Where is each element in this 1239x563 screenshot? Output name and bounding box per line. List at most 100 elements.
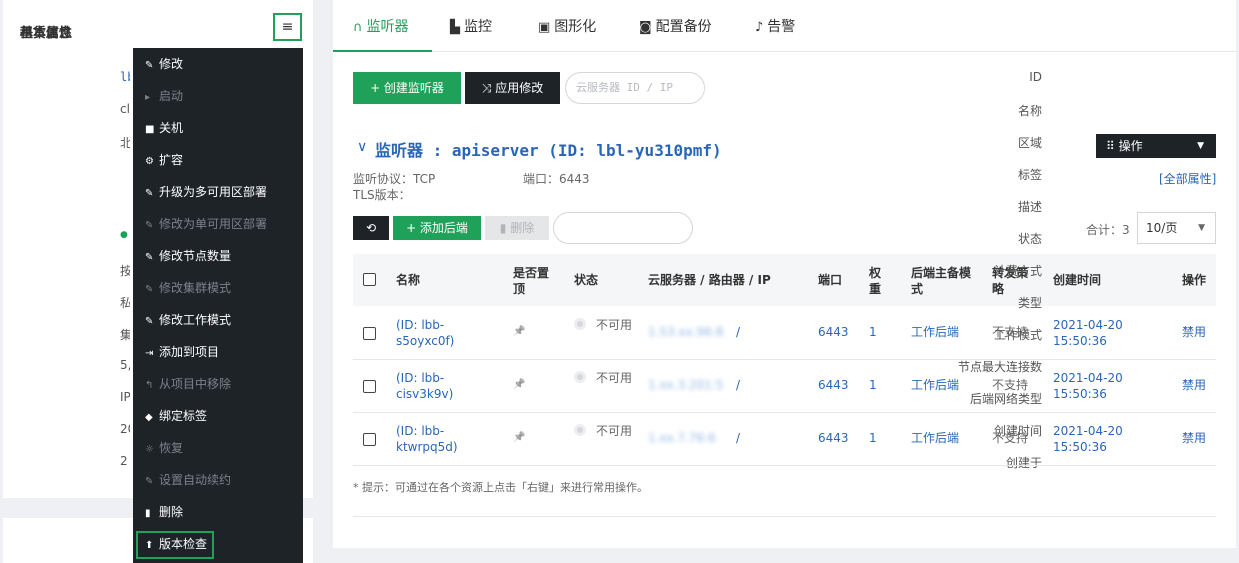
rental-info-title: 租赁信息 <box>20 26 73 41</box>
add-backend-button[interactable]: + 添加后端 <box>393 216 481 240</box>
backend-mode-link[interactable]: 工作后端 <box>911 377 959 393</box>
tip-text: * 提示：可通过在各个资源上点击「右键」来进行常用操作。 <box>353 481 648 494</box>
select-all-checkbox[interactable] <box>363 273 376 286</box>
create-listener-button[interactable]: + 创建监听器 <box>353 72 461 104</box>
weight-link[interactable]: 1 <box>869 377 877 393</box>
attr-value: 私 <box>120 296 130 310</box>
collapse-chevron-icon[interactable]: ∨ <box>357 139 367 155</box>
menu-toggle-icon[interactable]: ≡ <box>273 13 302 41</box>
sun-icon: ☼ <box>145 444 154 455</box>
menu-item-14[interactable]: ▮ 删除 <box>133 496 303 528</box>
tab-2[interactable]: ▣ 图形化 <box>538 0 624 52</box>
menu-item-10[interactable]: ↰ 从项目中移除 <box>133 368 303 400</box>
attr-value: cl <box>120 102 130 116</box>
disable-button[interactable]: 禁用 <box>1182 430 1206 446</box>
attr-value: 按 <box>120 264 130 278</box>
camera-icon: ◙ <box>639 20 652 35</box>
forward-policy: 不支持 <box>992 378 1029 392</box>
apply-changes-button[interactable]: ⤨ 应用修改 <box>465 72 560 104</box>
port-link[interactable]: 6443 <box>818 430 849 446</box>
attr-label: 计费方式 <box>993 264 1042 278</box>
tab-label: 监听器 <box>366 19 409 35</box>
menu-item-label: 修改节点数量 <box>159 249 232 263</box>
refresh-button[interactable]: ⟲ <box>353 216 389 240</box>
bell-icon: ♪ <box>755 20 764 35</box>
page-size-value: 10/页 <box>1146 221 1178 235</box>
ip-separator: / <box>736 431 741 445</box>
tab-label: 配置备份 <box>655 19 712 35</box>
menu-item-label: 升级为多可用区部署 <box>159 185 268 199</box>
weight-link[interactable]: 1 <box>869 324 877 340</box>
backend-name-link[interactable]: (ID: lbb-cisv3k9v) <box>396 370 466 402</box>
menu-item-label: 从项目中移除 <box>159 377 232 391</box>
attr-value: ● <box>120 230 128 240</box>
delete-backend-button[interactable]: ▮ 删除 <box>485 216 549 240</box>
tab-1[interactable]: ▙ 监控 <box>450 0 522 52</box>
menu-item-8[interactable]: ✎ 修改工作模式 <box>133 304 303 336</box>
menu-item-11[interactable]: ◆ 绑定标签 <box>133 400 303 432</box>
backend-mode-link[interactable]: 工作后端 <box>911 324 959 340</box>
tab-3[interactable]: ◙ 配置备份 <box>639 0 739 52</box>
caret-down-icon: ▼ <box>1198 223 1205 233</box>
row-checkbox[interactable] <box>363 433 376 446</box>
created-time: 2021-04-20 15:50:36 <box>1053 318 1123 348</box>
pin-icon[interactable]: 📌 <box>513 324 525 340</box>
all-properties-link[interactable]: [全部属性] <box>1159 170 1216 187</box>
port-link[interactable]: 6443 <box>818 377 849 393</box>
server-link[interactable]: 1.xx.3.201:5 <box>648 377 724 393</box>
menu-item-label: 启动 <box>159 89 184 103</box>
attr-label: 区域 <box>1017 136 1042 150</box>
page-size-select[interactable]: 10/页 ▼ <box>1137 212 1216 244</box>
context-menu-highlight <box>136 531 214 559</box>
row-checkbox[interactable] <box>363 380 376 393</box>
menu-item-4[interactable]: ✎ 升级为多可用区部署 <box>133 176 303 208</box>
backend-name-link[interactable]: (ID: lbb-ktwrpq5d) <box>396 423 466 455</box>
disable-button[interactable]: 禁用 <box>1182 324 1206 340</box>
attr-value: 集 <box>120 328 130 342</box>
pin-icon[interactable]: 📌 <box>513 377 525 393</box>
play-icon: ▸ <box>145 92 151 103</box>
menu-item-7[interactable]: ✎ 修改集群模式 <box>133 272 303 304</box>
forward-policy: 不支持 <box>992 431 1029 445</box>
menu-item-0[interactable]: ✎ 修改 <box>133 48 303 80</box>
listener-port: 端口：6443 <box>523 172 590 186</box>
trash-icon: ▮ <box>145 508 151 519</box>
menu-item-label: 修改工作模式 <box>159 313 232 327</box>
operations-dropdown[interactable]: ⠿ 操作 ▼ <box>1096 134 1216 158</box>
menu-item-label: 添加到项目 <box>159 345 220 359</box>
attr-label: 名称 <box>1017 104 1042 118</box>
server-link[interactable]: 1.53.xx.96:8 <box>648 324 724 340</box>
table-row: (ID: lbb-ktwrpq5d) 📌 不可用 1.xx.7.76:6 / 6443 1 工… <box>353 413 1216 466</box>
disable-button[interactable]: 禁用 <box>1182 377 1206 393</box>
server-search-input[interactable]: 云服务器 ID / IP <box>565 72 705 104</box>
menu-item-3[interactable]: ⚙ 扩容 <box>133 144 303 176</box>
pin-icon[interactable]: 📌 <box>513 430 525 446</box>
listener-title: 监听器 : apiserver (ID: lbl-yu310pmf) <box>375 141 722 160</box>
backend-search-input[interactable] <box>553 212 693 244</box>
menu-item-label: 修改为单可用区部署 <box>159 217 268 231</box>
pencil-icon: ✎ <box>145 220 154 231</box>
menu-item-6[interactable]: ✎ 修改节点数量 <box>133 240 303 272</box>
attr-value: 北 <box>120 136 130 150</box>
menu-item-12[interactable]: ☼ 恢复 <box>133 432 303 464</box>
tab-0[interactable]: ∩ 监听器 <box>333 0 432 52</box>
tab-4[interactable]: ♪ 告警 <box>755 0 811 52</box>
attr-value: 2 <box>120 454 128 468</box>
menu-item-5[interactable]: ✎ 修改为单可用区部署 <box>133 208 303 240</box>
column-header: 创建时间 <box>1053 273 1102 287</box>
row-checkbox[interactable] <box>363 327 376 340</box>
menu-item-2[interactable]: ■ 关机 <box>133 112 303 144</box>
menu-item-13[interactable]: ✎ 设置自动续约 <box>133 464 303 496</box>
backend-name-link[interactable]: (ID: lbb-s5oyxc0f) <box>396 317 466 349</box>
menu-item-1[interactable]: ▸ 启动 <box>133 80 303 112</box>
weight-link[interactable]: 1 <box>869 430 877 446</box>
menu-item-9[interactable]: ⇥ 添加到项目 <box>133 336 303 368</box>
attr-label: 标签 <box>1017 168 1042 182</box>
listener-protocol: 监听协议：TCP <box>353 172 436 186</box>
tab-label: 图形化 <box>554 19 597 35</box>
port-link[interactable]: 6443 <box>818 324 849 340</box>
backend-mode-link[interactable]: 工作后端 <box>911 430 959 446</box>
table-row: (ID: lbb-s5oyxc0f) 📌 不可用 1.53.xx.96:8 / 6443 1… <box>353 307 1216 360</box>
column-header: 是否置顶 <box>513 266 550 296</box>
server-link[interactable]: 1.xx.7.76:6 <box>648 430 716 446</box>
